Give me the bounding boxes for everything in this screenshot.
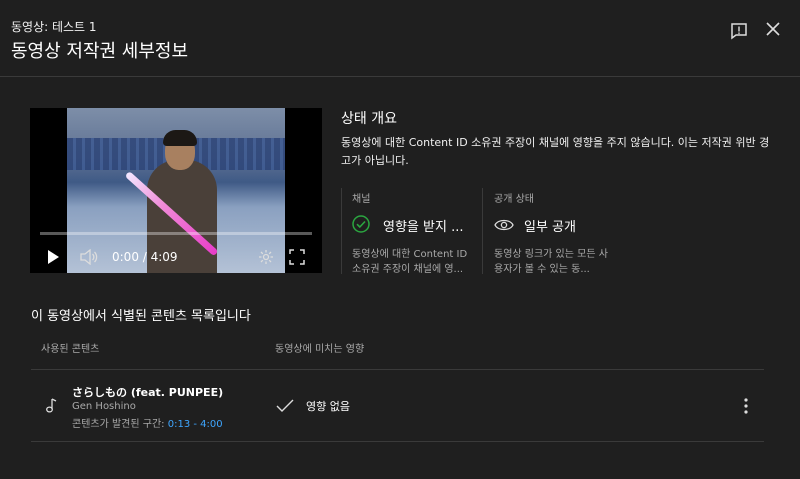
- close-button[interactable]: [762, 18, 784, 40]
- more-options-button[interactable]: [738, 396, 754, 416]
- settings-button[interactable]: [257, 248, 275, 266]
- gear-icon: [259, 250, 273, 264]
- volume-button[interactable]: [78, 248, 100, 266]
- time-display: 0:00 / 4:09: [112, 250, 178, 264]
- play-icon: [48, 250, 59, 264]
- progress-bar[interactable]: [40, 232, 312, 235]
- channel-description: 동영상에 대한 Content ID 소유권 주장이 채널에 영...: [352, 249, 468, 275]
- column-header-impact: 동영상에 미치는 영향: [275, 344, 365, 355]
- song-artist: Gen Hoshino: [72, 401, 136, 412]
- music-note-icon: [44, 398, 58, 418]
- status-description: 동영상에 대한 Content ID 소유권 주장이 채널에 영향을 주지 않습…: [341, 136, 770, 167]
- list-divider: [31, 441, 764, 442]
- visibility-value: 일부 공개: [524, 220, 576, 235]
- more-vert-icon: [744, 398, 748, 414]
- fullscreen-button[interactable]: [288, 248, 306, 266]
- table-row[interactable]: [31, 370, 764, 441]
- column-header-used-content: 사용된 콘텐츠: [41, 344, 100, 355]
- check-icon: [276, 398, 294, 417]
- eye-icon: [494, 217, 514, 236]
- header-divider: [0, 76, 800, 77]
- status-title: 상태 개요: [341, 111, 397, 127]
- content-list-title: 이 동영상에서 식별된 콘텐츠 목록입니다: [31, 309, 251, 324]
- play-button[interactable]: [44, 248, 62, 266]
- card-divider: [341, 188, 342, 274]
- video-player[interactable]: 0:00 / 4:09: [30, 108, 322, 273]
- visibility-label: 공개 상태: [494, 194, 534, 205]
- page-title: 동영상 저작권 세부정보: [11, 41, 189, 62]
- visibility-description: 동영상 링크가 있는 모든 사용자가 볼 수 있는 동...: [494, 249, 608, 275]
- fullscreen-icon: [289, 249, 305, 265]
- found-range-label: 콘텐츠가 발견된 구간:: [72, 419, 168, 430]
- volume-icon: [80, 249, 98, 265]
- feedback-button[interactable]: [728, 20, 750, 42]
- feedback-icon: [731, 23, 747, 40]
- channel-value: 영향을 받지 ...: [383, 220, 464, 235]
- channel-label: 채널: [352, 194, 371, 205]
- close-icon: [766, 22, 780, 36]
- channel-check-icon: [352, 215, 370, 237]
- found-range-link[interactable]: 0:13 - 4:00: [168, 419, 223, 430]
- card-divider: [482, 188, 483, 274]
- header-subtitle: 동영상: 테스트 1: [11, 20, 97, 34]
- found-range: 콘텐츠가 발견된 구간: 0:13 - 4:00: [72, 415, 223, 430]
- impact-value: 영향 없음: [306, 400, 350, 413]
- song-title: さらしもの (feat. PUNPEE): [72, 386, 224, 399]
